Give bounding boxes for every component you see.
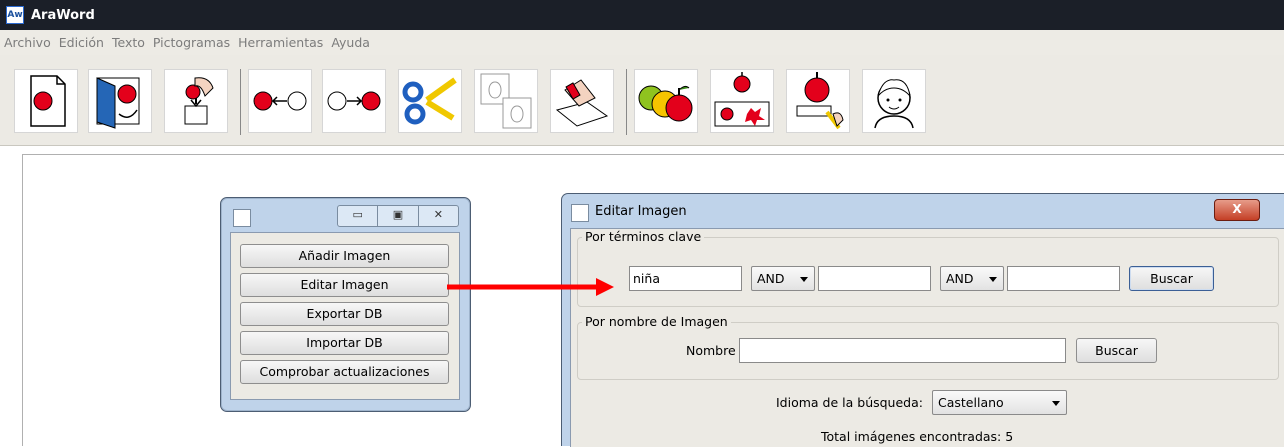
chevron-down-icon [1052, 401, 1060, 406]
export-db-button[interactable]: Exportar DB [240, 302, 449, 326]
java-icon [233, 209, 251, 227]
keywords-search-button[interactable]: Buscar [1129, 266, 1214, 291]
menu-archivo[interactable]: Archivo [4, 35, 51, 50]
toolbar-separator [240, 69, 241, 135]
previous-icon[interactable] [248, 69, 312, 133]
keywords-legend: Por términos clave [582, 229, 705, 244]
language-label: Idioma de la búsqueda: [776, 395, 923, 410]
dialog-title: Editar Imagen [595, 204, 687, 219]
chevron-down-icon [989, 277, 997, 282]
check-updates-button[interactable]: Comprobar actualizaciones [240, 360, 449, 384]
paste-icon[interactable] [550, 69, 614, 133]
close-button[interactable]: X [1214, 199, 1260, 221]
app-title: AraWord [31, 7, 95, 23]
keywords-group: Por términos clave niña AND AND Buscar [577, 229, 1279, 307]
name-search-button[interactable]: Buscar [1076, 338, 1157, 363]
menu-herramientas[interactable]: Herramientas [238, 35, 323, 50]
edit-image-button[interactable]: Editar Imagen [240, 273, 449, 297]
dialog-content: Por términos clave niña AND AND Buscar P… [570, 228, 1284, 447]
pictogram-edit-icon[interactable] [786, 69, 850, 133]
term1-input[interactable]: niña [629, 266, 742, 291]
menu-bar: Archivo Edición Texto Pictogramas Herram… [0, 30, 1284, 55]
menu-edicion[interactable]: Edición [59, 35, 104, 50]
menu-ayuda[interactable]: Ayuda [331, 35, 370, 50]
title-bar: Aw AraWord [0, 0, 1284, 30]
name-input[interactable] [739, 338, 1066, 363]
close-icon[interactable]: ✕ [419, 206, 458, 226]
term2-input[interactable] [818, 266, 931, 291]
database-dialog: ▭ ▣ ✕ Añadir Imagen Editar Imagen Export… [220, 197, 471, 412]
import-db-button[interactable]: Importar DB [240, 331, 449, 355]
operator1-value: AND [757, 271, 785, 286]
scissors-icon[interactable] [398, 69, 462, 133]
next-icon[interactable] [322, 69, 386, 133]
name-label: Nombre [686, 343, 736, 358]
save-document-icon[interactable] [164, 69, 228, 133]
name-group: Por nombre de Imagen Nombre Buscar [577, 314, 1279, 380]
minimize-icon[interactable]: ▭ [338, 206, 379, 226]
total-images-label: Total imágenes encontradas: 5 [821, 429, 1014, 444]
maximize-icon[interactable]: ▣ [378, 206, 419, 226]
java-icon [571, 204, 589, 222]
operator2-select[interactable]: AND [940, 266, 1004, 291]
pictogram-variants-icon[interactable] [710, 69, 774, 133]
term3-input[interactable] [1007, 266, 1120, 291]
face-icon[interactable] [862, 69, 926, 133]
window-controls: ▭ ▣ ✕ [337, 205, 459, 227]
open-document-icon[interactable] [88, 69, 152, 133]
name-legend: Por nombre de Imagen [582, 314, 731, 329]
operator2-value: AND [946, 271, 974, 286]
database-dialog-body: Añadir Imagen Editar Imagen Exportar DB … [230, 232, 460, 400]
add-image-button[interactable]: Añadir Imagen [240, 244, 449, 268]
app-icon: Aw [6, 6, 24, 24]
language-value: Castellano [938, 395, 1004, 410]
toolbar-separator [626, 69, 627, 135]
pictogram-set-icon[interactable] [634, 69, 698, 133]
operator1-select[interactable]: AND [751, 266, 815, 291]
menu-pictogramas[interactable]: Pictogramas [153, 35, 230, 50]
language-select[interactable]: Castellano [932, 390, 1067, 415]
menu-texto[interactable]: Texto [112, 35, 145, 50]
new-document-icon[interactable] [14, 69, 78, 133]
toolbar [0, 55, 1284, 146]
edit-image-dialog: Editar Imagen X Por términos clave niña … [561, 193, 1284, 447]
chevron-down-icon [800, 277, 808, 282]
copy-icon[interactable] [474, 69, 538, 133]
